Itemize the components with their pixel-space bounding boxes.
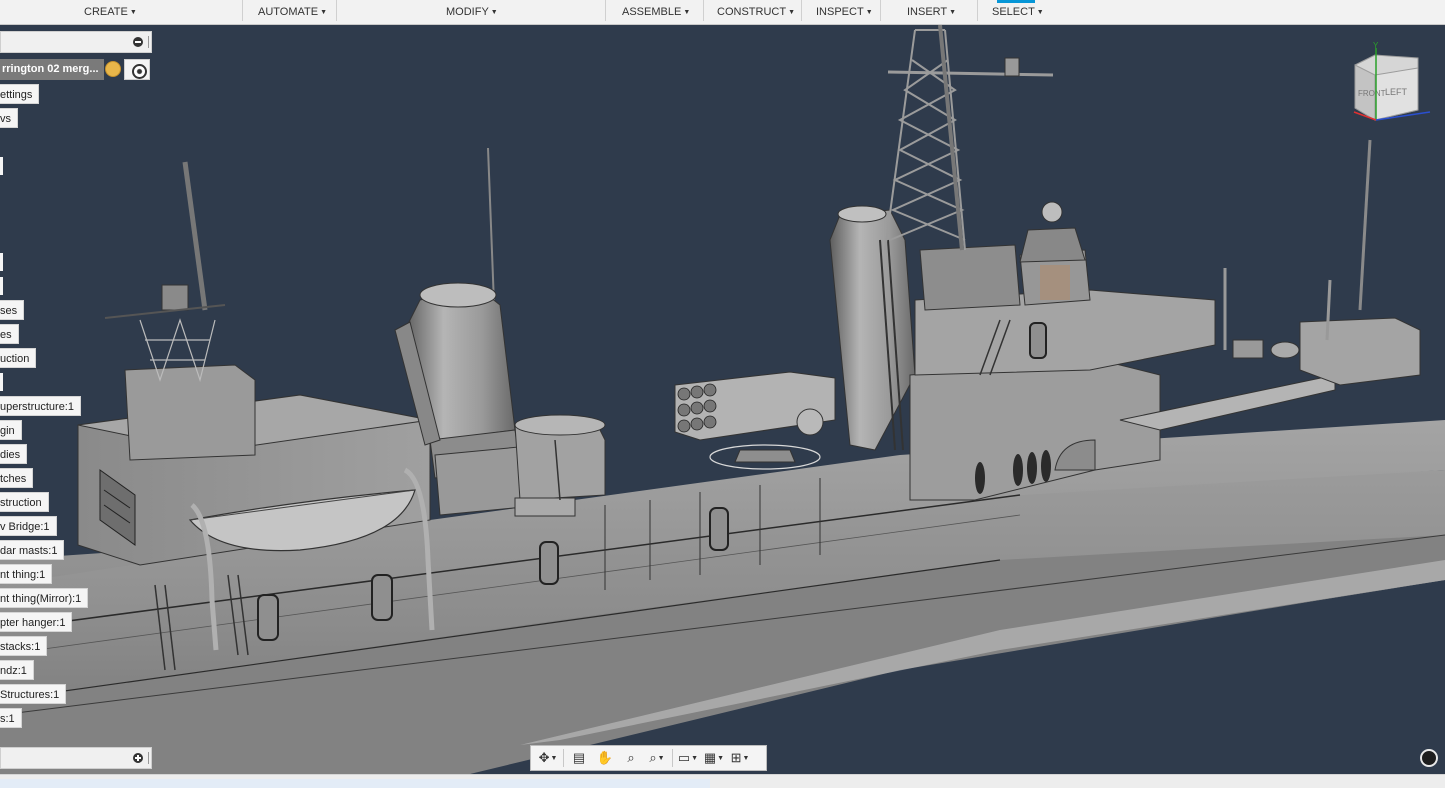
create-menu-label: CREATE (84, 6, 128, 18)
select-menu[interactable]: SELECT ▼ (992, 0, 1044, 25)
automate-menu[interactable]: AUTOMATE ▼ (258, 0, 327, 25)
toolbar-divider (336, 0, 337, 21)
aft-funnel (829, 209, 916, 451)
zoom-icon[interactable]: ⌕ (618, 747, 644, 769)
display-settings-icon[interactable]: ▭ ▼ (675, 747, 701, 769)
chevron-down-icon: ▼ (949, 9, 957, 16)
tree-item-superstructure[interactable]: uperstructure:1 (0, 396, 81, 416)
settings-corner-icon[interactable] (1420, 749, 1438, 767)
tree-item-thing[interactable]: nt thing:1 (0, 564, 53, 584)
toolbar-divider (880, 0, 881, 21)
tree-item-stacks[interactable]: stacks:1 (0, 636, 48, 656)
viewports-icon[interactable]: ⊞ ▼ (727, 747, 753, 769)
chevron-down-icon: ▼ (788, 9, 795, 16)
toolbar-divider (703, 0, 704, 21)
document-root-node[interactable]: rrington 02 merg... (0, 59, 104, 80)
tree-item-bodies-2[interactable]: dies (0, 444, 28, 464)
tree-item-construction[interactable]: uction (0, 348, 37, 368)
look-at-icon[interactable]: ▤ (566, 747, 592, 769)
tree-item-collapsed[interactable] (0, 253, 3, 271)
tree-item-s[interactable]: s:1 (0, 708, 22, 728)
browser-panel-header (0, 31, 152, 53)
chevron-down-icon: ▼ (683, 9, 691, 16)
viewcube-front-face[interactable]: FRONT (1358, 89, 1386, 98)
tree-item-origin[interactable]: gin (0, 420, 22, 440)
navigation-toolbar: ✥ ▼ ▤ ✋ ⌕ ⌕ ▼ ▭ ▼ ▦ ▼ ⊞ ▼ (530, 745, 767, 771)
comments-panel-header (0, 747, 152, 769)
ship-model[interactable] (0, 25, 1445, 774)
tree-item-nav-bridge[interactable]: v Bridge:1 (0, 516, 57, 536)
tree-item-helicopter-hanger[interactable]: pter hanger:1 (0, 612, 73, 632)
inspect-menu[interactable]: INSPECT ▼ (816, 0, 873, 25)
toolbar-divider (605, 0, 606, 21)
construct-menu-label: CONSTRUCT (717, 6, 787, 18)
tree-item-construction-2[interactable]: struction (0, 492, 49, 512)
modify-menu-label: MODIFY (446, 6, 489, 18)
nav-divider (563, 749, 564, 767)
activate-component-radio[interactable] (124, 59, 150, 80)
insert-menu-label: INSERT (907, 6, 948, 18)
collapse-panel-icon[interactable] (133, 37, 143, 47)
inspect-menu-label: INSPECT (816, 6, 864, 18)
chevron-down-icon: ▼ (865, 9, 873, 16)
modify-menu[interactable]: MODIFY ▼ (446, 0, 498, 25)
tree-item-collapsed[interactable] (0, 277, 3, 295)
tree-item-bodies[interactable]: ses (0, 300, 25, 320)
viewcube-left-face[interactable]: LEFT (1385, 87, 1408, 97)
grid-icon[interactable]: ▦ ▼ (701, 747, 727, 769)
panel-grip-handle[interactable] (148, 752, 149, 764)
chevron-down-icon: ▼ (1036, 9, 1044, 16)
fit-icon[interactable]: ⌕ ▼ (644, 747, 670, 769)
pan-icon[interactable]: ✋ (592, 747, 618, 769)
tree-item-structures[interactable]: Structures:1 (0, 684, 67, 704)
panel-grip-handle[interactable] (148, 36, 149, 48)
tree-item-views[interactable]: vs (0, 108, 18, 128)
toolbar-divider (977, 0, 978, 21)
chevron-down-icon: ▼ (129, 9, 137, 16)
tree-item-radar-masts[interactable]: dar masts:1 (0, 540, 65, 560)
status-highlight (0, 779, 710, 788)
expand-panel-icon[interactable] (133, 753, 143, 763)
warning-icon[interactable] (105, 61, 121, 77)
tree-item-thing-mirror[interactable]: nt thing(Mirror):1 (0, 588, 89, 608)
chevron-down-icon: ▼ (490, 9, 498, 16)
tree-item-settings[interactable]: ettings (0, 84, 40, 104)
assemble-menu-label: ASSEMBLE (622, 6, 682, 18)
select-menu-label: SELECT (992, 6, 1035, 18)
insert-menu[interactable]: INSERT ▼ (907, 0, 956, 25)
assemble-menu[interactable]: ASSEMBLE ▼ (622, 0, 690, 25)
model-viewport[interactable] (0, 25, 1445, 774)
tree-item-collapsed[interactable] (0, 157, 3, 175)
status-bar (0, 774, 1445, 788)
tree-item-collapsed[interactable] (0, 373, 3, 391)
nav-divider (672, 749, 673, 767)
orbit-icon[interactable]: ✥ ▼ (535, 747, 561, 769)
toolbar-divider (242, 0, 243, 21)
svg-text:Y: Y (1373, 41, 1379, 50)
tree-item-ndz[interactable]: ndz:1 (0, 660, 34, 680)
automate-menu-label: AUTOMATE (258, 6, 319, 18)
tree-item-sketches[interactable]: es (0, 324, 19, 344)
main-toolbar: CREATE ▼ AUTOMATE ▼ MODIFY ▼ ASSEMBLE ▼ CONS… (0, 0, 1445, 25)
chevron-down-icon: ▼ (320, 9, 328, 16)
tree-item-sketches-2[interactable]: tches (0, 468, 34, 488)
viewcube[interactable]: FRONT LEFT Y (1340, 40, 1440, 130)
toolbar-divider (801, 0, 802, 21)
construct-menu[interactable]: CONSTRUCT ▼ (717, 0, 795, 25)
fusion-app-window: CREATE ▼ AUTOMATE ▼ MODIFY ▼ ASSEMBLE ▼ CONS… (0, 0, 1445, 788)
create-menu[interactable]: CREATE ▼ (84, 0, 137, 25)
